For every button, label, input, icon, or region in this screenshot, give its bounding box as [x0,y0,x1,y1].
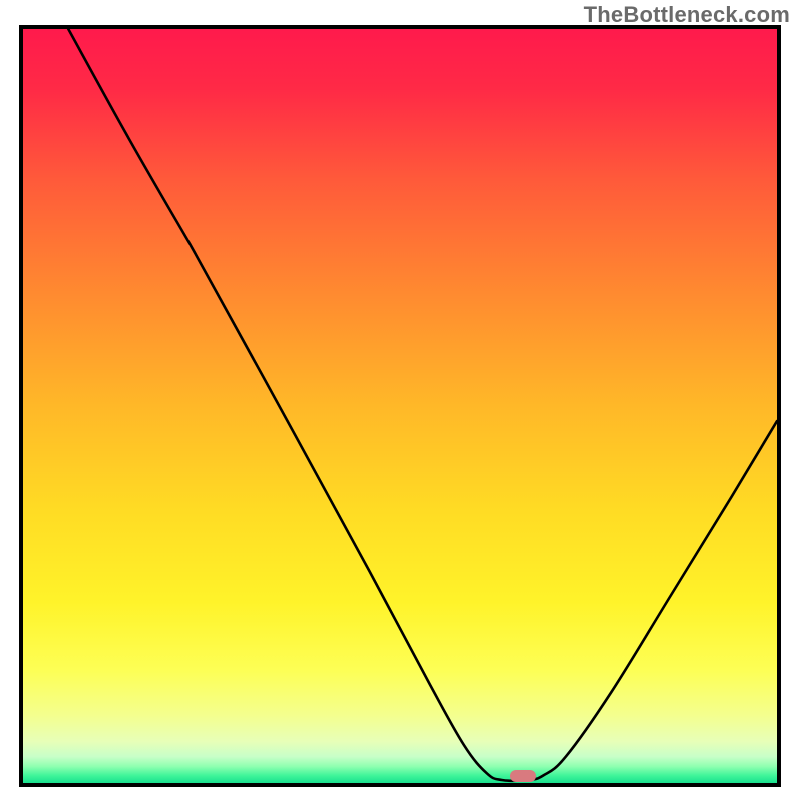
chart-container: TheBottleneck.com [0,0,800,800]
bottleneck-curve [23,29,777,783]
plot-area [19,25,781,787]
optimal-point-marker [510,770,536,782]
